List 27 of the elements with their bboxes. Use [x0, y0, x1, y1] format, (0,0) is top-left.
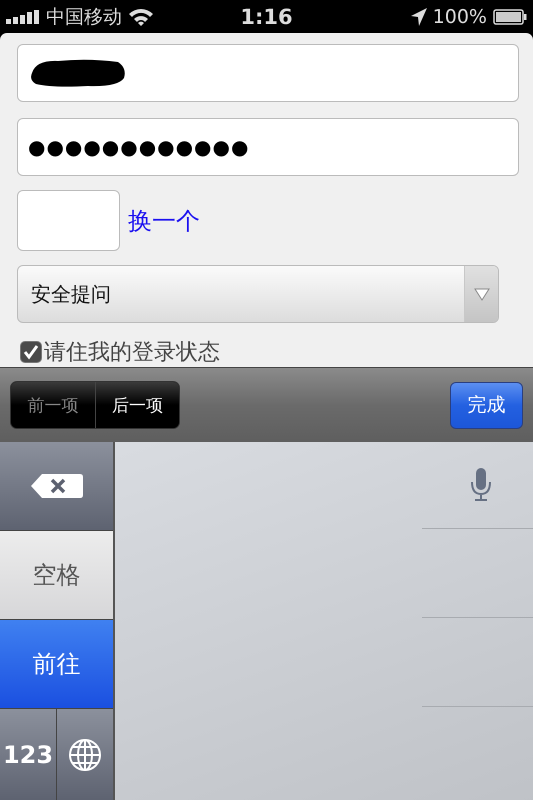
battery-percent: 100%	[432, 6, 487, 28]
question-select[interactable]: 安全提问	[17, 265, 499, 323]
remember-label: 请住我的登录状态	[44, 339, 220, 367]
delete-icon	[30, 472, 84, 500]
select-value: 安全提问	[30, 280, 111, 308]
go-key[interactable]: 前往	[0, 620, 113, 709]
signal-icon	[6, 10, 40, 24]
delete-key[interactable]	[0, 442, 113, 531]
carrier-name: 中国移动	[46, 4, 122, 30]
captcha-field[interactable]	[17, 190, 120, 251]
globe-key[interactable]	[56, 709, 113, 800]
next-button[interactable]: 后一项	[95, 382, 179, 428]
wifi-icon	[128, 8, 154, 26]
globe-icon	[68, 738, 102, 772]
refresh-link[interactable]: 换一个	[128, 204, 200, 236]
clock-time: 1:16	[239, 4, 294, 28]
space-key[interactable]: 空格	[0, 531, 113, 620]
checkbox[interactable]	[20, 341, 42, 363]
microphone-icon[interactable]	[471, 468, 491, 502]
numbers-key[interactable]: 123	[0, 709, 56, 800]
location-arrow-icon	[410, 8, 427, 26]
dropdown-arrow-icon	[474, 288, 490, 300]
done-button[interactable]: 完成	[450, 382, 523, 428]
password-field[interactable]: ●●●●●●●●●●●●	[17, 118, 519, 176]
battery-icon	[493, 8, 527, 24]
username-field[interactable]	[17, 44, 519, 102]
password-value: ●●●●●●●●●●●●	[28, 135, 250, 159]
